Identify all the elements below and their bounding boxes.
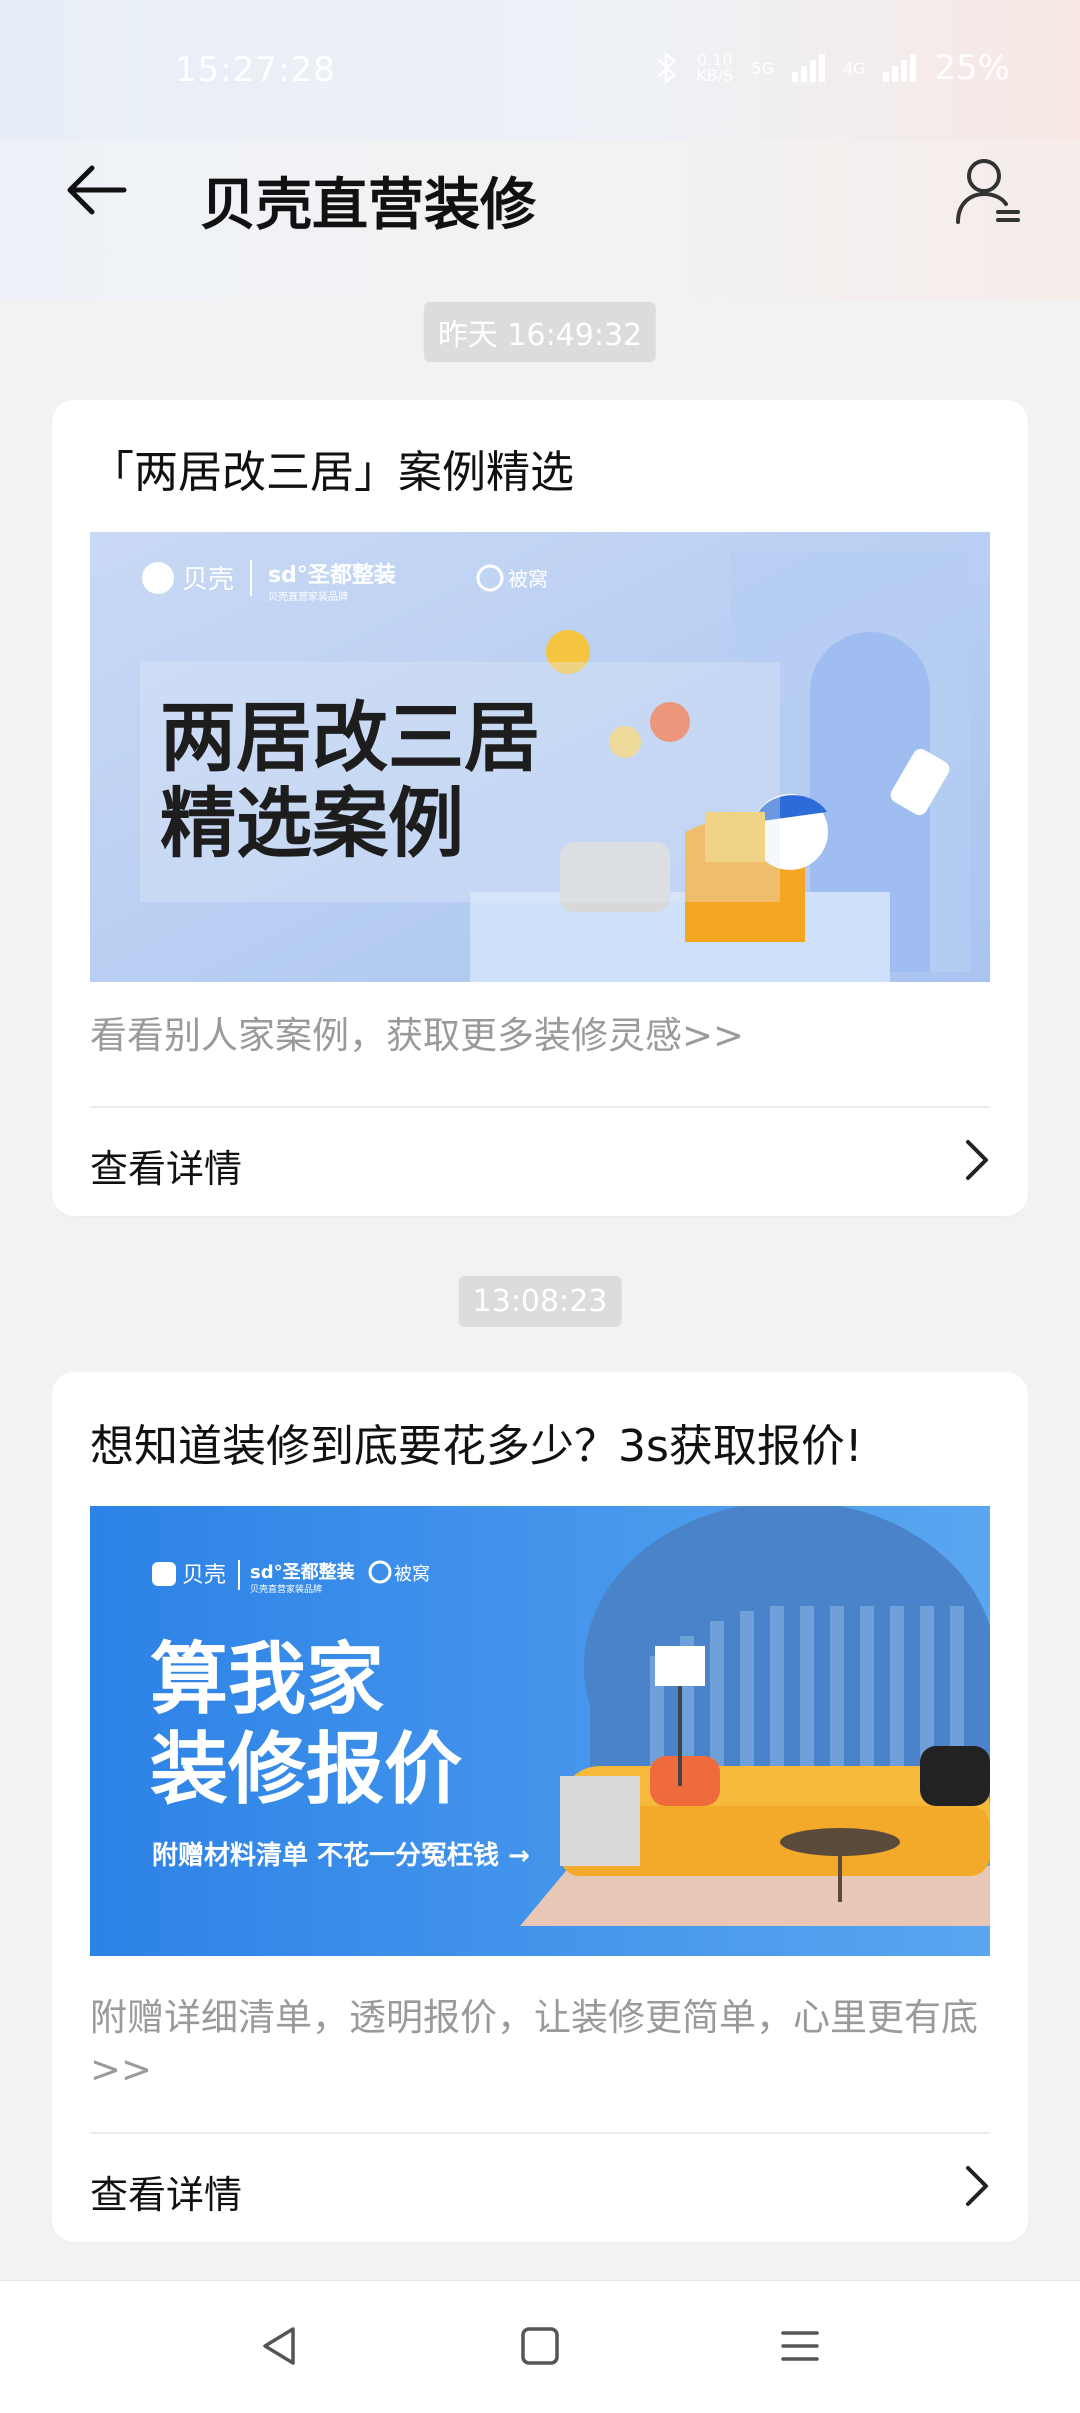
brand-beike: 贝壳 xyxy=(182,1563,226,1588)
brand-beian: 被窝 xyxy=(394,1564,430,1585)
banner-image[interactable]: 贝壳 sd°圣都整装 贝壳直营家装品牌 被窝 两居改三居 精选案例 xyxy=(90,532,990,982)
brand-sd: sd°圣都整装 xyxy=(268,562,396,588)
message-card[interactable]: 想知道装修到底要花多少？3s获取报价! 贝壳 sd°圣都整装 贝壳直营家装品牌 … xyxy=(52,1372,1028,2242)
brand-sd: sd°圣都整装 xyxy=(250,1561,355,1583)
card-title: 「两居改三居」案例精选 xyxy=(90,447,574,498)
system-nav-bar xyxy=(0,2280,1080,2413)
view-details-link[interactable]: 查看详情 xyxy=(90,1138,242,1193)
card-description: 附赠详细清单，透明报价，让装修更简单，心里更有底>> xyxy=(90,1996,978,2091)
page-title: 贝壳直营装修 xyxy=(200,173,536,238)
back-arrow-icon[interactable] xyxy=(62,160,132,220)
view-details-link[interactable]: 查看详情 xyxy=(90,2164,242,2219)
signal-bars-icon xyxy=(791,54,825,82)
home-square-icon[interactable] xyxy=(515,2321,565,2371)
banner-headline: 装修报价 xyxy=(150,1725,462,1815)
brand-sd-sub: 贝壳直营家装品牌 xyxy=(268,590,348,603)
back-triangle-icon[interactable] xyxy=(255,2321,305,2371)
status-bar: 15:27:28 0.10 KB/S 5G 4G 25% xyxy=(0,0,1080,140)
banner-subline: 附赠材料清单 不花一分冤枉钱 → xyxy=(152,1840,530,1871)
bluetooth-icon xyxy=(658,51,677,85)
user-icon[interactable] xyxy=(954,156,1022,226)
banner-headline: 精选案例 xyxy=(160,779,464,868)
status-icons: 0.10 KB/S 5G 4G 25% xyxy=(656,48,1010,88)
card-description: 看看别人家案例，获取更多装修灵感>> xyxy=(90,1014,745,1057)
banner-headline: 算我家 xyxy=(150,1635,384,1725)
battery-percent: 25% xyxy=(934,48,1010,88)
card-divider xyxy=(90,1106,990,1108)
net-5g-label: 5G xyxy=(751,58,774,78)
net-4g-label: 4G xyxy=(842,58,866,78)
brand-sd-sub: 贝壳直营家装品牌 xyxy=(250,1583,322,1595)
card-divider xyxy=(90,2132,990,2134)
menu-lines-icon[interactable] xyxy=(775,2321,825,2371)
chevron-right-icon[interactable] xyxy=(962,1138,992,1182)
banner-image[interactable]: 贝壳 sd°圣都整装 贝壳直营家装品牌 被窝 算我家 装修报价 附赠材料清单 不… xyxy=(90,1506,990,1956)
signal-bars-icon xyxy=(883,54,917,82)
network-speed: 0.10 KB/S xyxy=(696,50,734,85)
banner-headline: 两居改三居 xyxy=(160,693,540,782)
brand-beian: 被窝 xyxy=(508,567,548,591)
message-timestamp: 13:08:23 xyxy=(458,1276,622,1327)
message-timestamp: 昨天 16:49:32 xyxy=(423,302,657,362)
app-header xyxy=(0,140,1080,300)
card-title: 想知道装修到底要花多少？3s获取报价! xyxy=(90,1421,863,1472)
status-time: 15:27:28 xyxy=(175,50,336,90)
brand-beike: 贝壳 xyxy=(182,565,234,595)
chevron-right-icon[interactable] xyxy=(962,2164,992,2208)
message-card[interactable]: 「两居改三居」案例精选 贝壳 sd°圣都整装 贝壳直营家装品牌 被窝 两居改三居… xyxy=(52,400,1028,1216)
